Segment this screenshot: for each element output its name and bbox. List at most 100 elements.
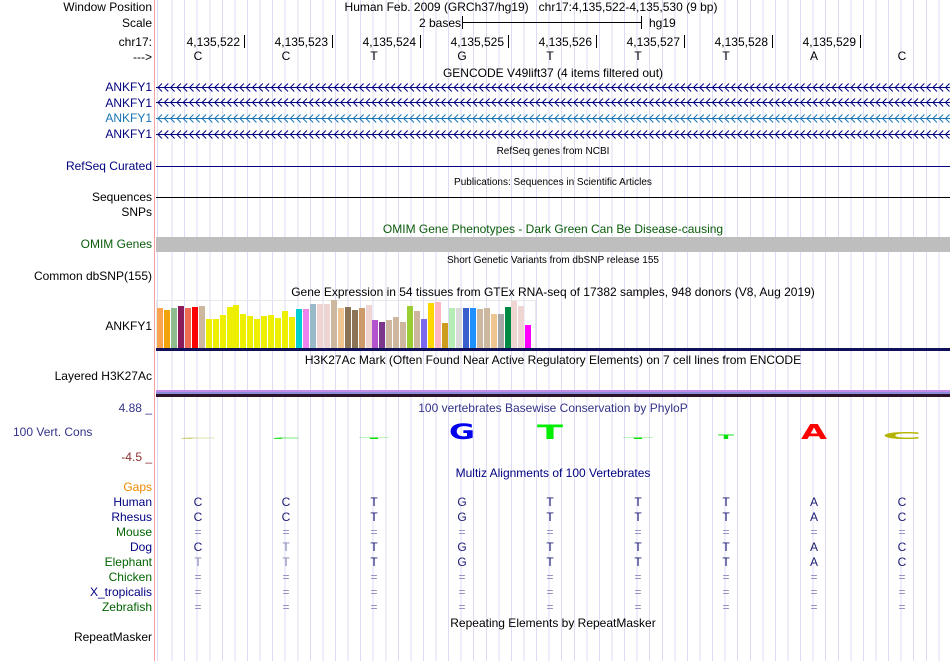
gtex-tissue-bar[interactable] xyxy=(177,306,184,348)
omim-title[interactable]: OMIM Gene Phenotypes - Dark Green Can Be… xyxy=(156,222,950,236)
species-label[interactable]: Human xyxy=(113,495,152,509)
gtex-tissue-bar[interactable] xyxy=(358,308,365,348)
alignment-base: = xyxy=(722,600,730,614)
gtex-tissue-bar[interactable] xyxy=(469,308,476,348)
gtex-label[interactable]: ANKFY1 xyxy=(105,319,152,333)
gtex-tissue-bar[interactable] xyxy=(157,308,163,348)
gtex-tissue-bar[interactable] xyxy=(240,314,247,348)
gtex-tissue-bar[interactable] xyxy=(379,322,386,348)
gtex-tissue-bar[interactable] xyxy=(504,307,511,348)
refseq-title[interactable]: RefSeq genes from NCBI xyxy=(156,145,950,159)
gtex-tissue-bar[interactable] xyxy=(219,315,226,348)
multiz-title[interactable]: Multiz Alignments of 100 Vertebrates xyxy=(156,466,950,480)
gtex-tissue-bar[interactable] xyxy=(428,303,435,348)
gencode-item-label[interactable]: ANKFY1 xyxy=(105,80,152,94)
species-label[interactable]: Mouse xyxy=(116,525,152,539)
species-label[interactable]: Zebrafish xyxy=(102,600,152,614)
gtex-tissue-bar[interactable] xyxy=(386,320,393,348)
gtex-tissue-bar[interactable] xyxy=(490,314,497,348)
phylop-title[interactable]: 100 vertebrates Basewise Conservation by… xyxy=(156,401,950,415)
publications-line[interactable] xyxy=(156,197,950,198)
gencode-transcript-arrows[interactable] xyxy=(156,114,950,123)
gtex-tissue-bar[interactable] xyxy=(511,301,518,348)
h3k27ac-label[interactable]: Layered H3K27Ac xyxy=(55,369,152,383)
gtex-tissue-bar[interactable] xyxy=(191,307,198,348)
gtex-tissue-bar[interactable] xyxy=(205,319,212,348)
gtex-tissue-bar[interactable] xyxy=(226,307,233,348)
h3k27ac-title[interactable]: H3K27Ac Mark (Often Found Near Active Re… xyxy=(156,353,950,367)
gtex-tissue-bar[interactable] xyxy=(323,304,330,348)
gtex-tissue-bar[interactable] xyxy=(441,323,448,348)
gtex-tissue-bar[interactable] xyxy=(316,304,323,348)
gtex-tissue-bar[interactable] xyxy=(275,318,282,348)
gtex-tissue-bar[interactable] xyxy=(212,319,219,348)
gencode-item-label[interactable]: ANKFY1 xyxy=(105,111,152,125)
gtex-tissue-bar[interactable] xyxy=(282,311,289,348)
gencode-transcript-arrows[interactable] xyxy=(156,82,950,92)
gtex-tissue-bar[interactable] xyxy=(289,317,296,348)
gtex-tissue-bar[interactable] xyxy=(462,308,469,348)
gtex-tissue-bar[interactable] xyxy=(170,308,177,348)
gtex-tissue-bar[interactable] xyxy=(330,300,337,348)
alignment-base: G xyxy=(457,555,467,569)
gtex-tissue-bar[interactable] xyxy=(184,308,191,348)
refseq-gene-line[interactable] xyxy=(156,166,950,167)
species-label[interactable]: Rhesus xyxy=(111,510,152,524)
gtex-tissue-bar[interactable] xyxy=(351,310,358,348)
omim-label[interactable]: OMIM Genes xyxy=(81,237,152,251)
gtex-tissue-bar[interactable] xyxy=(296,309,302,348)
gtex-tissue-bar[interactable] xyxy=(372,320,379,348)
gencode-title[interactable]: GENCODE V49lift37 (4 items filtered out) xyxy=(156,66,950,80)
gtex-tissue-bar[interactable] xyxy=(344,307,351,348)
alignment-base: = xyxy=(722,570,730,584)
gtex-tissue-bar[interactable] xyxy=(407,306,414,348)
gtex-tissue-bar[interactable] xyxy=(163,310,170,348)
gencode-transcript-arrows[interactable] xyxy=(156,98,950,108)
gtex-title[interactable]: Gene Expression in 54 tissues from GTEx … xyxy=(156,285,950,299)
repeatmasker-label[interactable]: RepeatMasker xyxy=(74,630,152,644)
repeatmasker-title[interactable]: Repeating Elements by RepeatMasker xyxy=(156,616,950,630)
gtex-tissue-bar[interactable] xyxy=(337,308,344,348)
gtex-tissue-bar[interactable] xyxy=(393,317,400,348)
dbsnp-label[interactable]: Common dbSNP(155) xyxy=(34,269,152,283)
gtex-tissue-bar[interactable] xyxy=(233,305,240,348)
phylop-logo-letter: C xyxy=(271,437,301,439)
publications-label[interactable]: Sequences xyxy=(92,190,152,204)
gtex-tissue-bar[interactable] xyxy=(254,319,261,348)
gtex-tissue-bar[interactable] xyxy=(448,308,455,348)
position-tick: 4,135,525 xyxy=(451,35,509,49)
species-label[interactable]: X_tropicalis xyxy=(90,585,152,599)
omim-gene-bar[interactable] xyxy=(156,237,950,252)
gtex-tissue-bar[interactable] xyxy=(421,319,428,348)
gtex-tissue-bar[interactable] xyxy=(414,311,421,348)
species-label[interactable]: Chicken xyxy=(109,570,152,584)
phylop-logo-letter: G xyxy=(449,419,475,444)
gtex-tissue-bar[interactable] xyxy=(400,322,407,348)
publications-title[interactable]: Publications: Sequences in Scientific Ar… xyxy=(156,176,950,190)
gencode-item-label[interactable]: ANKFY1 xyxy=(105,127,152,141)
gtex-tissue-bar[interactable] xyxy=(483,308,490,348)
alignment-base: = xyxy=(546,600,554,614)
dbsnp-title[interactable]: Short Genetic Variants from dbSNP releas… xyxy=(156,254,950,268)
gencode-transcript-arrows[interactable] xyxy=(156,129,950,139)
phylop-label[interactable]: 100 Vert. Cons xyxy=(13,425,92,439)
gtex-tissue-bar[interactable] xyxy=(261,316,268,348)
species-label[interactable]: Dog xyxy=(130,540,152,554)
alignment-base: T xyxy=(370,510,378,524)
refseq-label[interactable]: RefSeq Curated xyxy=(66,159,152,173)
gtex-tissue-bar[interactable] xyxy=(525,325,532,348)
gtex-tissue-bar[interactable] xyxy=(497,314,504,348)
species-label[interactable]: Elephant xyxy=(105,555,152,569)
gtex-tissue-bar[interactable] xyxy=(302,309,309,348)
gtex-tissue-bar[interactable] xyxy=(455,308,462,348)
gencode-item-label[interactable]: ANKFY1 xyxy=(105,96,152,110)
gtex-tissue-bar[interactable] xyxy=(435,302,441,348)
gtex-tissue-bar[interactable] xyxy=(365,305,372,348)
gtex-tissue-bar[interactable] xyxy=(518,306,525,348)
gtex-tissue-bar[interactable] xyxy=(198,306,205,348)
gtex-tissue-bar[interactable] xyxy=(309,304,316,348)
gtex-tissue-bar[interactable] xyxy=(247,316,254,348)
gtex-tissue-bar[interactable] xyxy=(268,315,275,348)
gtex-tissue-bar[interactable] xyxy=(476,309,483,348)
snps-label[interactable]: SNPs xyxy=(121,205,152,219)
